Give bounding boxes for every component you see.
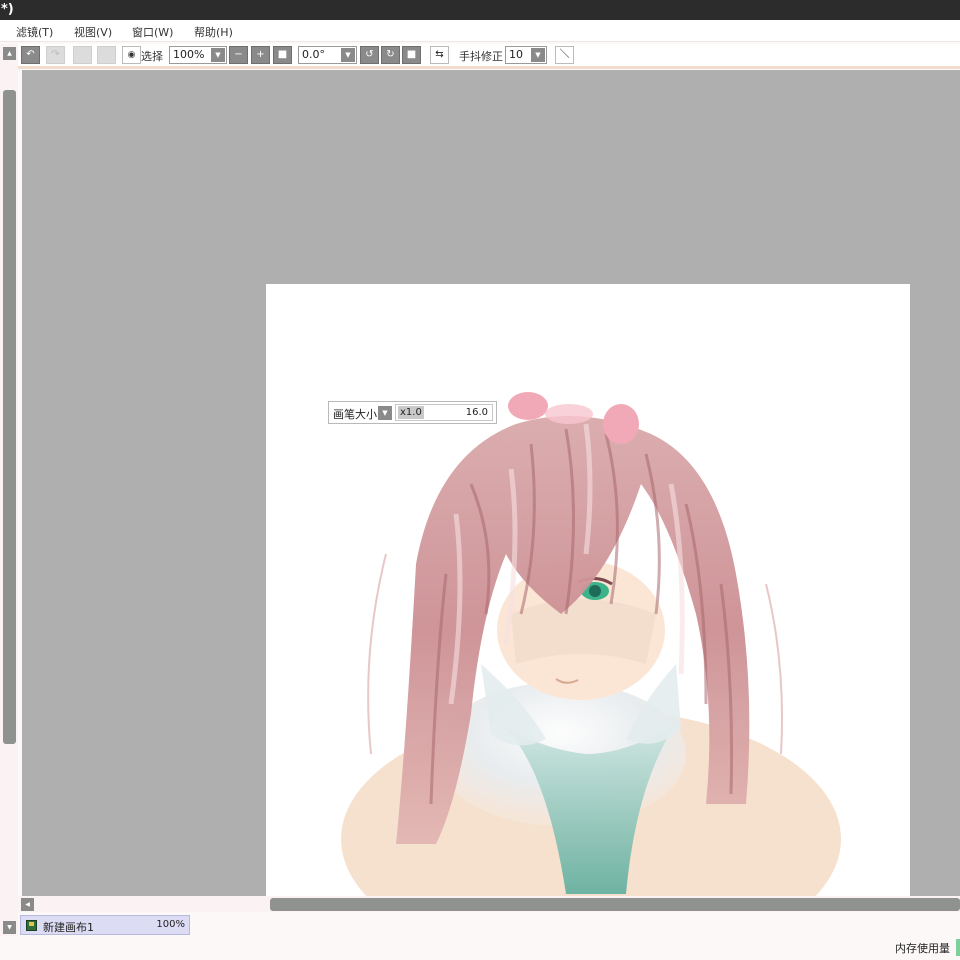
flip-horizontal-icon: ⇆ [435,49,444,60]
rotate-right-button[interactable]: ↻ [381,46,400,64]
vertical-scroll-thumb[interactable] [3,90,16,744]
redo-button[interactable]: ↷ [46,46,65,64]
chevron-down-icon: ▼ [341,48,355,62]
memory-usage-label: 内存使用量 [895,942,950,955]
toolbar: ↶ ↷ ◉ 选择 100% ▼ − + ■ 0.0° ▼ ↺ ↻ ■ ⇆ 手抖修… [18,44,960,66]
scroll-left-arrow-icon[interactable]: ◀ [21,898,34,911]
rotate-reset-button[interactable]: ■ [402,46,421,64]
status-bar: 内存使用量 [0,936,960,960]
image-icon [26,920,37,931]
plus-icon: + [256,49,265,60]
zoom-reset-button[interactable]: ■ [273,46,292,64]
menu-view[interactable]: 视图(V) [74,24,112,40]
window-titlebar: *) [0,0,960,20]
rotation-value: 0.0° [302,48,325,61]
artwork-illustration [341,392,841,896]
canvas-tab[interactable]: 新建画布1 100% [20,915,190,935]
drawing-canvas[interactable] [266,284,910,896]
chevron-down-icon[interactable]: ▼ [378,406,392,420]
flip-horizontal-button[interactable]: ⇆ [430,46,449,64]
stabilizer-select[interactable]: 10 ▼ [505,46,547,64]
brush-size-field[interactable]: x1.0 16.0 [395,404,493,421]
brush-size-multiplier[interactable]: x1.0 [398,406,424,419]
toolbar-separator [18,66,960,69]
canvas-viewport[interactable] [22,70,960,896]
scroll-up-arrow-icon[interactable]: ▲ [3,47,16,60]
minus-icon: − [234,49,243,60]
chevron-down-icon: ▼ [531,48,545,62]
brush-size-label: 画笔大小 [333,408,377,421]
rotate-left-icon: ↺ [365,49,374,60]
zoom-in-button[interactable]: + [251,46,270,64]
rotation-select[interactable]: 0.0° ▼ [298,46,357,64]
rotate-left-button[interactable]: ↺ [360,46,379,64]
square-icon: ■ [406,49,417,60]
zoom-value: 100% [173,48,205,61]
chevron-down-icon: ▼ [211,48,225,62]
window-title: *) [1,2,14,17]
memory-usage-bar [956,939,960,956]
vertical-scrollbar[interactable]: ▲ ▼ [0,44,18,936]
horizontal-scrollbar[interactable]: ◀ [18,896,960,912]
line-tool-button[interactable]: ＼ [555,46,574,64]
zoom-select[interactable]: 100% ▼ [169,46,227,64]
menu-bar: 滤镜(T) 视图(V) 窗口(W) 帮助(H) [0,20,960,42]
zoom-out-button[interactable]: − [229,46,248,64]
menu-window[interactable]: 窗口(W) [132,24,173,40]
brush-size-value[interactable]: 16.0 [466,407,488,418]
brush-size-popup: 画笔大小 ▼ x1.0 16.0 [328,401,497,424]
eye-icon: ◉ [127,50,136,60]
menu-filter[interactable]: 滤镜(T) [16,24,53,40]
horizontal-scroll-thumb[interactable] [270,898,960,911]
canvas-tab-zoom: 100% [156,919,185,930]
undo-button[interactable]: ↶ [21,46,40,64]
undo-icon: ↶ [26,49,35,60]
canvas-tab-name: 新建画布1 [43,921,94,934]
scroll-down-arrow-icon[interactable]: ▼ [3,921,16,934]
toolbar-disabled-button-2[interactable] [97,46,116,64]
toolbar-disabled-button-1[interactable] [73,46,92,64]
rotate-right-icon: ↻ [386,49,395,60]
select-label: 选择 [141,50,163,63]
stabilizer-label: 手抖修正 [459,50,503,63]
menu-help[interactable]: 帮助(H) [194,24,233,40]
redo-icon: ↷ [51,49,60,60]
stabilizer-value: 10 [509,48,523,61]
select-visibility-button[interactable]: ◉ [122,46,141,64]
square-icon: ■ [277,49,288,60]
line-icon: ＼ [559,49,570,60]
